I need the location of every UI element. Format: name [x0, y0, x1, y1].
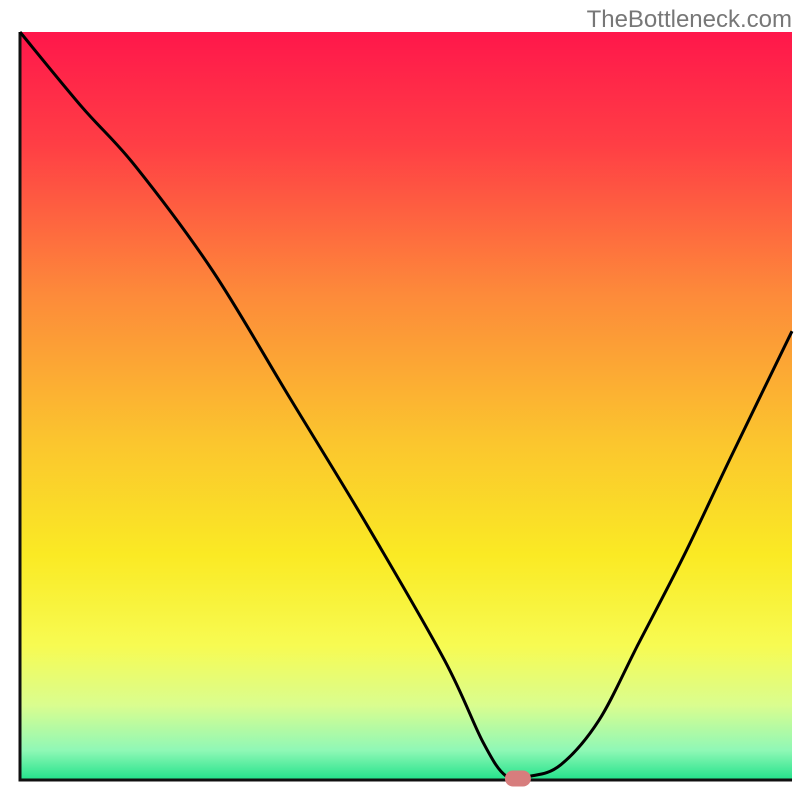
plot-background — [20, 32, 792, 780]
optimum-marker — [505, 771, 531, 787]
chart-container: TheBottleneck.com — [0, 0, 800, 800]
bottleneck-chart — [0, 0, 800, 800]
watermark-label: TheBottleneck.com — [587, 6, 792, 34]
